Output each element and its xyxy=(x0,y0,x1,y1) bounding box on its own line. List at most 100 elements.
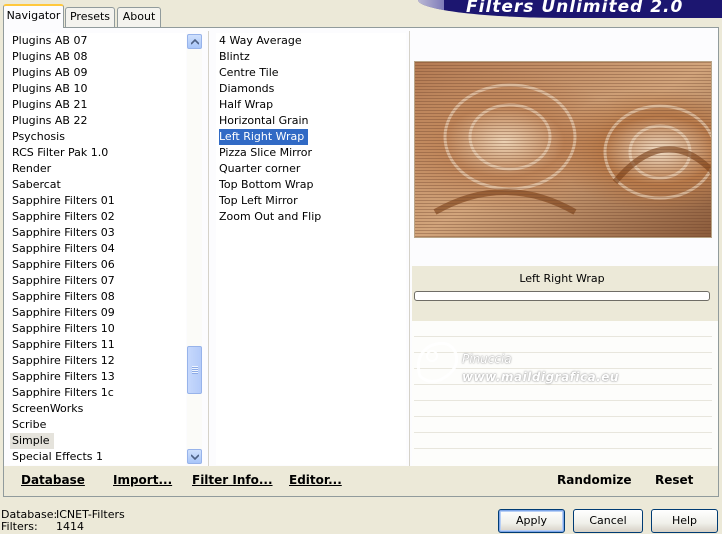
tab-navigator[interactable]: Navigator xyxy=(3,4,64,28)
category-item[interactable]: Sabercat xyxy=(10,177,186,193)
category-item-label: Simple xyxy=(10,433,54,449)
category-item[interactable]: Plugins AB 09 xyxy=(10,65,186,81)
category-item[interactable]: Plugins AB 21 xyxy=(10,97,186,113)
progress-field xyxy=(414,291,710,301)
filter-item[interactable]: Horizontal Grain xyxy=(216,113,406,129)
divider xyxy=(208,31,209,467)
category-item[interactable]: Simple xyxy=(10,433,186,449)
tab-bar: Navigator Presets About xyxy=(0,0,170,28)
divider xyxy=(409,31,410,467)
category-item-label: Sapphire Filters 07 xyxy=(12,274,115,287)
category-item[interactable]: ScreenWorks xyxy=(10,401,186,417)
category-item-label: Sapphire Filters 11 xyxy=(12,338,115,351)
tab-presets[interactable]: Presets xyxy=(65,7,115,27)
filter-item[interactable]: 4 Way Average xyxy=(216,33,406,49)
grip-icon xyxy=(192,366,198,374)
control-row xyxy=(414,416,712,417)
category-item-label: Psychosis xyxy=(12,130,65,143)
category-item[interactable]: Sapphire Filters 04 xyxy=(10,241,186,257)
navigator-panel: Plugins AB 07 Plugins AB 08 Plugins AB 09 P… xyxy=(3,27,719,497)
filter-item-label: Quarter corner xyxy=(219,162,301,175)
scroll-down-button[interactable] xyxy=(187,449,202,464)
category-item[interactable]: Psychosis xyxy=(10,129,186,145)
category-item-label: Sapphire Filters 10 xyxy=(12,322,115,335)
filter-item-label: Left Right Wrap xyxy=(219,129,309,145)
category-list[interactable]: Plugins AB 07 Plugins AB 08 Plugins AB 09 P… xyxy=(10,33,186,465)
filter-item[interactable]: Zoom Out and Flip xyxy=(216,209,406,225)
database-button[interactable]: Database xyxy=(21,473,85,487)
category-item[interactable]: Scribe xyxy=(10,417,186,433)
control-row xyxy=(414,384,712,385)
scroll-thumb[interactable] xyxy=(187,346,202,394)
filter-item[interactable]: Left Right Wrap xyxy=(216,129,406,145)
filter-item[interactable]: Centre Tile xyxy=(216,65,406,81)
category-item-label: ScreenWorks xyxy=(12,402,84,415)
category-item[interactable]: Sapphire Filters 06 xyxy=(10,257,186,273)
editor-button[interactable]: Editor... xyxy=(289,473,342,487)
category-item-label: Sapphire Filters 03 xyxy=(12,226,115,239)
filter-item-label: Pizza Slice Mirror xyxy=(219,146,313,159)
filter-item-label: Horizontal Grain xyxy=(219,114,309,127)
filter-item[interactable]: Pizza Slice Mirror xyxy=(216,145,406,161)
preview-swirl-image xyxy=(415,62,711,237)
category-item[interactable]: Plugins AB 22 xyxy=(10,113,186,129)
category-item[interactable]: Sapphire Filters 07 xyxy=(10,273,186,289)
help-button[interactable]: Help xyxy=(651,509,718,533)
filter-item[interactable]: Top Bottom Wrap xyxy=(216,177,406,193)
filter-item[interactable]: Top Left Mirror xyxy=(216,193,406,209)
category-item-label: RCS Filter Pak 1.0 xyxy=(12,146,109,159)
filter-list[interactable]: 4 Way Average Blintz Centre Tile Diamonds Ha… xyxy=(216,33,406,465)
category-item[interactable]: Sapphire Filters 01 xyxy=(10,193,186,209)
category-item[interactable]: Plugins AB 10 xyxy=(10,81,186,97)
filter-item[interactable]: Half Wrap xyxy=(216,97,406,113)
category-item[interactable]: Special Effects 1 xyxy=(10,449,186,465)
filter-item-label: Blintz xyxy=(219,50,250,63)
filter-item-label: Top Left Mirror xyxy=(219,194,298,207)
tab-about[interactable]: About xyxy=(117,7,161,27)
control-row xyxy=(414,336,712,337)
preview-pane: Left Right Wrap xyxy=(412,28,718,466)
randomize-button[interactable]: Randomize xyxy=(557,473,631,487)
category-item[interactable]: Sapphire Filters 12 xyxy=(10,353,186,369)
category-item[interactable]: Sapphire Filters 10 xyxy=(10,321,186,337)
filter-item[interactable]: Diamonds xyxy=(216,81,406,97)
filter-info-button[interactable]: Filter Info... xyxy=(192,473,273,487)
category-item[interactable]: Render xyxy=(10,161,186,177)
import-button[interactable]: Import... xyxy=(113,473,172,487)
window-title: Filters Unlimited 2.0 xyxy=(466,0,684,17)
reset-button[interactable]: Reset xyxy=(655,473,693,487)
category-item-label: Plugins AB 10 xyxy=(12,82,88,95)
category-item[interactable]: Sapphire Filters 09 xyxy=(10,305,186,321)
filters-count-label: Filters: xyxy=(1,520,38,533)
category-item[interactable]: Sapphire Filters 1c xyxy=(10,385,186,401)
apply-button[interactable]: Apply xyxy=(498,509,565,533)
control-row xyxy=(414,432,712,433)
category-item-label: Sapphire Filters 1c xyxy=(12,386,114,399)
category-item-label: Sapphire Filters 01 xyxy=(12,194,115,207)
category-item[interactable]: Sapphire Filters 08 xyxy=(10,289,186,305)
cancel-button[interactable]: Cancel xyxy=(573,509,643,533)
filter-item-label: Top Bottom Wrap xyxy=(219,178,314,191)
filter-item[interactable]: Blintz xyxy=(216,49,406,65)
filter-item[interactable]: Quarter corner xyxy=(216,161,406,177)
filter-item-label: Diamonds xyxy=(219,82,275,95)
category-item[interactable]: Sapphire Filters 11 xyxy=(10,337,186,353)
category-item[interactable]: Plugins AB 07 xyxy=(10,33,186,49)
category-item-label: Plugins AB 07 xyxy=(12,34,88,47)
control-row xyxy=(414,400,712,401)
category-item-label: Sapphire Filters 02 xyxy=(12,210,115,223)
scroll-up-button[interactable] xyxy=(187,34,202,49)
category-item-label: Plugins AB 09 xyxy=(12,66,88,79)
category-item-label: Plugins AB 22 xyxy=(12,114,88,127)
title-banner: Filters Unlimited 2.0 xyxy=(418,0,722,18)
category-item[interactable]: Sapphire Filters 02 xyxy=(10,209,186,225)
category-item-label: Scribe xyxy=(12,418,47,431)
category-scrollbar[interactable] xyxy=(187,34,202,464)
category-item[interactable]: RCS Filter Pak 1.0 xyxy=(10,145,186,161)
category-item-label: Sapphire Filters 08 xyxy=(12,290,115,303)
category-item[interactable]: Plugins AB 08 xyxy=(10,49,186,65)
filter-item-label: Zoom Out and Flip xyxy=(219,210,322,223)
category-item[interactable]: Sapphire Filters 13 xyxy=(10,369,186,385)
category-item-label: Sapphire Filters 12 xyxy=(12,354,115,367)
category-item[interactable]: Sapphire Filters 03 xyxy=(10,225,186,241)
